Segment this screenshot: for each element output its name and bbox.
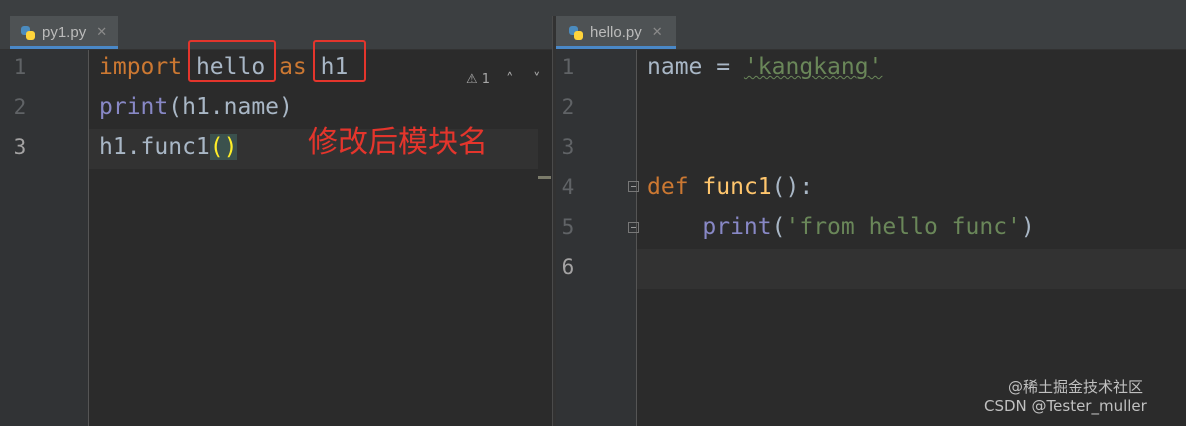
line-number: 3: [561, 135, 575, 159]
fold-end-icon[interactable]: [628, 222, 639, 233]
tab-bar-right: hello.py ✕: [556, 16, 1186, 50]
current-line-highlight: [637, 249, 1186, 289]
builtin-print: print: [99, 94, 169, 120]
annotation-label: 修改后模块名: [308, 125, 488, 160]
gutter-border-left: [88, 50, 89, 426]
code-line-5[interactable]: print('from hello func'): [647, 214, 1034, 240]
highlight-box-alias: [313, 40, 366, 82]
tab-label: hello.py: [590, 24, 642, 41]
editor-pane-hello[interactable]: hello.py ✕ 1 2 3 4 5 6 name = 'kangkang'…: [556, 16, 1186, 426]
keyword-import: import: [99, 54, 183, 80]
line-number: 4: [561, 175, 575, 199]
string-literal: 'from hello func': [785, 214, 1021, 240]
watermark-csdn: CSDN @Tester_muller: [984, 397, 1147, 415]
warning-icon: ⚠: [466, 72, 478, 87]
error-stripe-marker[interactable]: [538, 176, 551, 179]
highlight-box-module: [188, 40, 276, 82]
watermark-juejin: @稀土掘金技术社区: [1008, 378, 1144, 396]
close-icon[interactable]: ✕: [96, 25, 107, 40]
line-number: 6: [561, 255, 575, 279]
tab-bar-left: py1.py ✕: [0, 16, 552, 50]
tab-py1[interactable]: py1.py ✕: [10, 16, 118, 49]
line-number: 2: [561, 95, 575, 119]
close-icon[interactable]: ✕: [652, 25, 663, 40]
editor-pane-py1[interactable]: py1.py ✕ 1 2 3 import hello as h1 print(…: [0, 16, 552, 426]
matched-parens: (): [209, 134, 238, 160]
line-number: 1: [561, 55, 575, 79]
prev-highlight-button[interactable]: ˄: [506, 70, 514, 88]
string-literal: 'kangkang': [743, 54, 883, 80]
builtin-print: print: [702, 214, 772, 240]
code-line-1[interactable]: name = 'kangkang': [647, 54, 882, 80]
code-line-3[interactable]: h1.func1(): [99, 134, 238, 160]
keyword-def: def: [647, 174, 689, 200]
warning-count: 1: [481, 72, 491, 87]
function-name: func1: [702, 174, 772, 200]
python-file-icon: [568, 25, 584, 41]
tab-hello[interactable]: hello.py ✕: [556, 16, 676, 49]
line-number: 5: [561, 215, 575, 239]
tab-label: py1.py: [42, 24, 87, 41]
line-number: 3: [13, 135, 27, 159]
top-toolbar-strip: [0, 0, 1186, 16]
code-line-2[interactable]: print(h1.name): [99, 94, 293, 120]
fold-collapse-icon[interactable]: [628, 181, 639, 192]
gutter-border-right: [636, 50, 637, 426]
line-number: 2: [13, 95, 27, 119]
line-number: 1: [13, 55, 27, 79]
code-line-4[interactable]: def func1():: [647, 174, 813, 200]
keyword-as: as: [279, 54, 307, 80]
next-highlight-button[interactable]: ˅: [533, 70, 541, 88]
inspection-widget[interactable]: ⚠ 1: [466, 72, 490, 87]
python-file-icon: [20, 25, 36, 41]
